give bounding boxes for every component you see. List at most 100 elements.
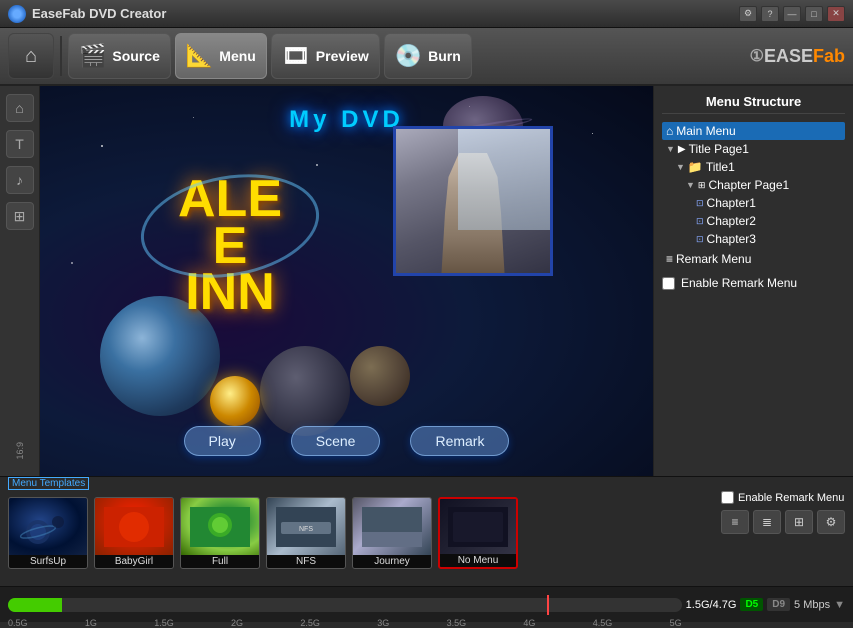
source-button[interactable]: 🎬 Source xyxy=(68,33,171,79)
help-button[interactable]: ? xyxy=(761,6,779,22)
babygirl-thumb xyxy=(95,498,173,555)
tree-chapter3[interactable]: ⊡ Chapter3 xyxy=(662,230,845,248)
remark-menu-label: Remark Menu xyxy=(676,252,751,266)
chapter2-label: Chapter2 xyxy=(707,214,756,228)
nfs-thumb: NFS xyxy=(267,498,345,555)
nfs-name: NFS xyxy=(267,555,345,568)
app-logo-icon xyxy=(8,5,26,23)
tree-remark-menu[interactable]: ≡ Remark Menu xyxy=(662,250,845,268)
dvd-buttons: Play Scene Remark xyxy=(40,426,653,456)
remark-tree-icon: ≡ xyxy=(666,252,673,266)
title-bar: EaseFab DVD Creator ⚙ ? — □ ✕ xyxy=(0,0,853,28)
enable-remark-label-2: Enable Remark Menu xyxy=(738,492,844,504)
expand-button[interactable]: ⊞ xyxy=(785,510,813,534)
home-side-button[interactable]: ⌂ xyxy=(6,94,34,122)
settings-ctrl-button[interactable]: ⚙ xyxy=(817,510,845,534)
grid-side-button[interactable]: ⊞ xyxy=(6,202,34,230)
enable-remark-label: Enable Remark Menu xyxy=(681,276,797,290)
brand-logo: ① EASE Fab xyxy=(750,46,845,67)
template-controls: Enable Remark Menu ≡ ≣ ⊞ ⚙ xyxy=(721,491,845,534)
preview-canvas[interactable]: ALEEINN My DVD Play Scene Remark xyxy=(40,86,653,476)
toolbar: ⌂ 🎬 Source 📐 Menu 🎞 Preview 💿 Burn ① EAS… xyxy=(0,28,853,86)
pb-label-6: 3.5G xyxy=(447,618,467,628)
mbps-label: 5 Mbps xyxy=(794,599,830,611)
menu-button[interactable]: 📐 Menu xyxy=(175,33,267,79)
dvd-title: My DVD xyxy=(289,106,404,134)
chapter3-label: Chapter3 xyxy=(707,232,756,246)
settings-button[interactable]: ⚙ xyxy=(739,6,757,22)
tree-chapter-page1[interactable]: ▼ ⊞ Chapter Page1 xyxy=(662,176,845,194)
chevron-icon: ▼ xyxy=(666,144,675,154)
tree-title1[interactable]: ▼ 📁 Title1 xyxy=(662,158,845,176)
full-name: Full xyxy=(181,555,259,568)
mbps-dropdown[interactable]: ▼ xyxy=(834,599,845,611)
pb-label-5: 3G xyxy=(377,618,389,628)
enable-remark-container: Enable Remark Menu xyxy=(662,276,845,290)
preview-button[interactable]: 🎞 Preview xyxy=(271,33,380,79)
pb-label-0: 0.5G xyxy=(8,618,28,628)
pb-label-9: 5G xyxy=(670,618,682,628)
journey-thumb xyxy=(353,498,431,555)
ale-inn-logo: ALEEINN xyxy=(120,146,340,346)
menu-structure-panel: Menu Structure ⌂ Main Menu ▼ ▶ Title Pag… xyxy=(653,86,853,476)
svg-text:NFS: NFS xyxy=(299,526,313,533)
maximize-button[interactable]: □ xyxy=(805,6,823,22)
remark-button[interactable]: Remark xyxy=(410,426,509,456)
main-area: ⌂ T ♪ ⊞ 16:9 xyxy=(0,86,853,476)
pb-right: 1.5G/4.7G D5 D9 5 Mbps ▼ xyxy=(686,598,845,611)
chapter2-icon: ⊡ xyxy=(696,216,704,227)
template-journey[interactable]: Journey xyxy=(352,497,432,569)
template-full[interactable]: Full xyxy=(180,497,260,569)
music-side-button[interactable]: ♪ xyxy=(6,166,34,194)
play-tree-icon: ▶ xyxy=(678,144,686,155)
title1-label: Title1 xyxy=(706,160,735,174)
scene-button[interactable]: Scene xyxy=(291,426,381,456)
template-surfsup[interactable]: SurfsUp xyxy=(8,497,88,569)
template-babygirl[interactable]: BabyGirl xyxy=(94,497,174,569)
journey-name: Journey xyxy=(353,555,431,568)
enable-remark-checkbox-2[interactable] xyxy=(721,491,734,504)
template-list: SurfsUp BabyGirl Full xyxy=(8,497,845,569)
source-label: Source xyxy=(112,48,159,64)
chapters-tree-icon: ⊞ xyxy=(698,180,706,191)
chevron-icon-3: ▼ xyxy=(686,180,695,190)
title-bar-controls[interactable]: ⚙ ? — □ ✕ xyxy=(739,6,845,22)
template-nfs[interactable]: NFS NFS xyxy=(266,497,346,569)
ctrl-buttons-row: ≡ ≣ ⊞ ⚙ xyxy=(721,510,845,534)
nomenu-thumb xyxy=(440,499,516,554)
close-button[interactable]: ✕ xyxy=(827,6,845,22)
video-thumbnail[interactable] xyxy=(393,126,553,276)
preview-label: Preview xyxy=(316,48,369,64)
d5-tag: D5 xyxy=(740,598,763,611)
play-button[interactable]: Play xyxy=(184,426,261,456)
burn-button[interactable]: 💿 Burn xyxy=(384,33,472,79)
minimize-button[interactable]: — xyxy=(783,6,801,22)
ruler-icon: 📐 xyxy=(186,43,213,69)
burn-icon: 💿 xyxy=(395,43,422,69)
pb-label-8: 4.5G xyxy=(593,618,613,628)
tree-chapter1[interactable]: ⊡ Chapter1 xyxy=(662,194,845,212)
home-button[interactable]: ⌂ xyxy=(8,33,54,79)
size-info: 1.5G/4.7G xyxy=(686,599,737,611)
list-view-button[interactable]: ≡ xyxy=(721,510,749,534)
template-nomenu[interactable]: No Menu xyxy=(438,497,518,569)
tree-chapter2[interactable]: ⊡ Chapter2 xyxy=(662,212,845,230)
menu-structure-title: Menu Structure xyxy=(662,94,845,114)
pb-position-marker xyxy=(547,595,549,615)
tree-title-page1[interactable]: ▼ ▶ Title Page1 xyxy=(662,140,845,158)
d9-tag: D9 xyxy=(767,598,790,611)
film-icon: 🎬 xyxy=(79,43,106,69)
grid-view-button[interactable]: ≣ xyxy=(753,510,781,534)
tree-main-menu[interactable]: ⌂ Main Menu xyxy=(662,122,845,140)
home-icon: ⌂ xyxy=(25,45,37,68)
full-thumb xyxy=(181,498,259,555)
nomenu-name: No Menu xyxy=(440,554,516,567)
enable-remark-checkbox[interactable] xyxy=(662,277,675,290)
pb-label-7: 4G xyxy=(523,618,535,628)
pb-labels: 0.5G 1G 1.5G 2G 2.5G 3G 3.5G 4G 4.5G 5G xyxy=(8,618,682,628)
enable-remark-row: Enable Remark Menu xyxy=(721,491,845,504)
pb-label-2: 1.5G xyxy=(154,618,174,628)
chapter3-icon: ⊡ xyxy=(696,234,704,245)
chapter1-label: Chapter1 xyxy=(707,196,756,210)
text-side-button[interactable]: T xyxy=(6,130,34,158)
